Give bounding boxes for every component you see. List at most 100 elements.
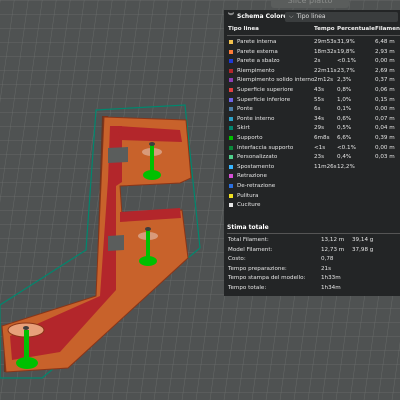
legend-time: <1s bbox=[314, 144, 326, 151]
legend-row[interactable]: Spostamento 11m26s 12,2% bbox=[224, 163, 400, 171]
legend-time: 55s bbox=[314, 96, 325, 103]
estimate-weight: 39,14 g bbox=[352, 237, 374, 243]
legend-filament: 0,00 m bbox=[375, 106, 395, 113]
legend-row[interactable]: Superficie inferiore 55s 1,0% 0,15 m bbox=[224, 96, 400, 104]
legend-name: Pulitura bbox=[237, 192, 259, 199]
legend-swatch bbox=[229, 193, 233, 198]
legend-name: Skirt bbox=[237, 125, 250, 132]
legend-filament: 0,03 m bbox=[375, 154, 395, 161]
legend-time: 18m32s bbox=[314, 48, 337, 55]
legend-percent: 0,5% bbox=[337, 125, 352, 132]
chevron-down-icon: ⌵ bbox=[289, 13, 294, 20]
legend-time: 29s bbox=[314, 125, 325, 132]
legend-row[interactable]: Supporto 6m8s 6,6% 0,39 m bbox=[224, 134, 400, 142]
legend-row[interactable]: Riempimento solido interno 2m12s 2,3% 0,37 … bbox=[224, 76, 400, 84]
legend-row[interactable]: De-retrazione bbox=[224, 182, 400, 190]
estimate-label: Tempo totale: bbox=[228, 285, 267, 291]
legend-swatch bbox=[229, 49, 233, 54]
header-percent: Percentuale bbox=[337, 26, 375, 32]
legend-percent: 0,4% bbox=[337, 154, 352, 161]
legend-filament: 0,37 m bbox=[375, 77, 395, 84]
estimate-row: Tempo stampa del modello: 1h33m bbox=[228, 274, 341, 282]
legend-name: Superficie inferiore bbox=[237, 96, 291, 103]
legend-filament: 6,48 m bbox=[375, 39, 395, 45]
estimate-row: Model Filament: 12,73 m 37,98 g bbox=[228, 246, 373, 254]
legend-row[interactable]: Parete a sbalzo 2s <0.1% 0,00 m bbox=[224, 57, 400, 65]
legend-time: 23s bbox=[314, 154, 325, 161]
estimate-label: Model Filament: bbox=[228, 246, 273, 253]
legend-swatch bbox=[229, 40, 233, 44]
legend-percent: 12,2% bbox=[337, 163, 355, 170]
legend-swatch bbox=[229, 126, 233, 131]
legend-swatch bbox=[229, 184, 233, 188]
legend-name: Spostamento bbox=[237, 163, 275, 170]
header-filament: Filament bbox=[375, 26, 400, 32]
legend-filament: 0,06 m bbox=[375, 87, 395, 93]
legend-name: Riempimento solido interno bbox=[237, 77, 315, 84]
legend-swatch bbox=[229, 68, 233, 73]
legend-swatch bbox=[229, 174, 233, 179]
legend-percent: 0,1% bbox=[337, 106, 352, 113]
view-type-value: Tipo linea bbox=[296, 13, 326, 20]
legend-row[interactable]: Retrazione bbox=[224, 172, 400, 180]
legend-percent: <0.1% bbox=[337, 58, 356, 65]
part-cutout-lower bbox=[108, 235, 124, 251]
color-scheme-label[interactable]: ︾ Schema Colore bbox=[228, 12, 287, 22]
legend-swatch bbox=[229, 116, 233, 121]
legend-swatch bbox=[229, 97, 233, 102]
legend-percent: 6,6% bbox=[337, 135, 352, 141]
legend-swatch bbox=[229, 78, 233, 83]
legend-row[interactable]: Cuciture bbox=[224, 201, 400, 209]
legend-time: 2m12s bbox=[314, 77, 334, 84]
legend-swatch bbox=[229, 136, 233, 140]
legend-filament: 0,00 m bbox=[375, 58, 395, 65]
color-scheme-text: Schema Colore bbox=[237, 13, 288, 20]
header-type: Tipo linea bbox=[228, 26, 259, 32]
legend-row[interactable]: Parete esterna 18m32s 19,8% 2,93 m bbox=[224, 48, 400, 56]
estimate-value: 1h34m bbox=[321, 285, 341, 291]
legend-row[interactable]: Personalizzato 23s 0,4% 0,03 m bbox=[224, 153, 400, 161]
legend-time: 22m11s bbox=[314, 67, 337, 74]
legend-time: 6s bbox=[314, 106, 321, 113]
part-cutout-upper bbox=[108, 147, 128, 163]
estimate-label: Tempo stampa del modello: bbox=[228, 275, 306, 282]
legend-row[interactable]: Superficie superiore 43s 0,8% 0,06 m bbox=[224, 86, 400, 94]
legend-row[interactable]: Skirt 29s 0,5% 0,04 m bbox=[224, 124, 400, 132]
legend-row[interactable]: Pulitura bbox=[224, 192, 400, 200]
legend-filament: 0,04 m bbox=[375, 125, 395, 132]
legend-row[interactable]: Ponte 6s 0,1% 0,00 m bbox=[224, 105, 400, 113]
estimate-value: 21s bbox=[321, 265, 332, 272]
legend-name: Parete interna bbox=[237, 39, 277, 45]
legend-swatch bbox=[229, 107, 233, 112]
legend-percent: 23,7% bbox=[337, 67, 355, 74]
estimate-divider bbox=[227, 233, 400, 234]
legend-row[interactable]: Riempimento 22m11s 23,7% 2,69 m bbox=[224, 67, 400, 75]
legend-filament: 2,69 m bbox=[375, 67, 395, 74]
estimate-row: Tempo totale: 1h34m bbox=[228, 284, 341, 292]
legend-name: Cuciture bbox=[237, 202, 261, 209]
legend-row[interactable]: Ponte interno 34s 0,6% 0,07 m bbox=[224, 115, 400, 123]
legend-row[interactable]: Interfaccia supporto <1s <0.1% 0,00 m bbox=[224, 144, 400, 152]
legend-swatch bbox=[229, 164, 233, 169]
legend-row[interactable]: Parete interna 29m53s 31,9% 6,48 m bbox=[224, 38, 400, 46]
legend-filament: 0,00 m bbox=[375, 144, 395, 151]
estimate-row: Tempo preparazione: 21s bbox=[228, 265, 331, 273]
legend-time: 11m26s bbox=[314, 163, 337, 170]
estimate-value: 13,12 m bbox=[321, 237, 345, 243]
slice-plate-button[interactable]: Slice piatto bbox=[271, 0, 349, 8]
legend-time: 2s bbox=[314, 58, 321, 65]
estimate-value: 0,78 bbox=[321, 256, 334, 263]
legend-time: 29m53s bbox=[314, 39, 337, 45]
legend-filament: 0,07 m bbox=[375, 115, 395, 122]
estimate-row: Total Filament: 13,12 m 39,14 g bbox=[228, 236, 373, 244]
legend-percent: 0,8% bbox=[337, 87, 352, 93]
legend-name: Personalizzato bbox=[237, 154, 278, 161]
legend-name: De-retrazione bbox=[237, 183, 276, 189]
legend-percent: 0,6% bbox=[337, 115, 352, 122]
legend-name: Interfaccia supporto bbox=[237, 144, 294, 151]
view-type-select[interactable]: ⌵ Tipo linea bbox=[285, 12, 398, 22]
legend-time: 34s bbox=[314, 115, 325, 122]
legend-name: Supporto bbox=[237, 135, 263, 141]
legend-time: 6m8s bbox=[314, 135, 330, 141]
estimate-row: Costo: 0,78 bbox=[228, 255, 333, 263]
